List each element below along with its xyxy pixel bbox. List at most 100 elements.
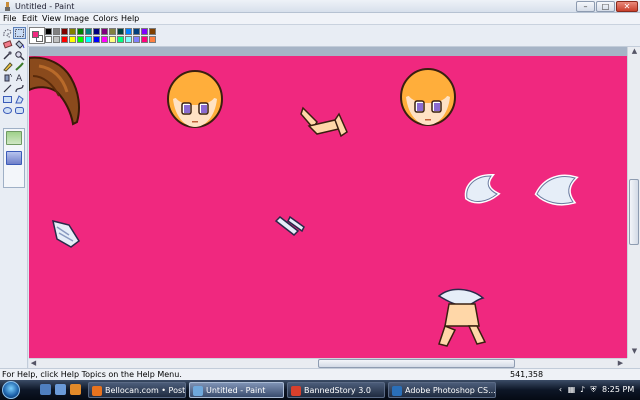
color-swatch[interactable] (101, 28, 108, 35)
airbrush-icon[interactable] (2, 72, 13, 82)
horizontal-scrollbar[interactable]: ◀ ▶ (29, 358, 627, 368)
menu-file[interactable]: File (3, 14, 16, 24)
rectangle-icon[interactable] (2, 94, 13, 104)
body-sprite (437, 288, 487, 347)
color-swatch[interactable] (117, 36, 124, 43)
system-tray: ‹ ▦ ♪ ⛨ (556, 384, 598, 396)
scroll-corner (627, 358, 640, 368)
color-swatch[interactable] (69, 28, 76, 35)
fill-bucket-icon[interactable] (14, 39, 25, 49)
hair-sprite (29, 56, 80, 126)
color-swatch[interactable] (149, 28, 156, 35)
drawing-canvas[interactable] (29, 56, 627, 358)
color-swatch[interactable] (61, 36, 68, 43)
current-colors[interactable] (29, 27, 45, 44)
show-desktop-icon[interactable] (40, 384, 51, 395)
taskbar-button[interactable]: Adobe Photoshop CS... (388, 382, 496, 398)
color-swatch[interactable] (125, 36, 132, 43)
color-swatch[interactable] (45, 28, 52, 35)
eraser-icon[interactable] (2, 39, 13, 49)
color-swatch[interactable] (53, 28, 60, 35)
option-opaque[interactable] (6, 131, 22, 145)
menu-colors[interactable]: Colors (93, 14, 118, 24)
chevron-up-icon[interactable]: ‹ (556, 385, 565, 394)
color-swatch[interactable] (117, 28, 124, 35)
volume-icon[interactable]: ♪ (578, 385, 587, 394)
color-swatch[interactable] (53, 36, 60, 43)
color-palette-bar (0, 25, 640, 47)
vertical-scroll-thumb[interactable] (629, 179, 639, 245)
vertical-scrollbar[interactable]: ▲ ▼ (627, 47, 640, 358)
status-bar: For Help, click Help Topics on the Help … (0, 368, 640, 380)
line-icon[interactable] (2, 83, 13, 93)
clock[interactable]: 8:25 PM (602, 384, 634, 395)
select-icon[interactable] (13, 27, 26, 39)
start-button[interactable] (2, 381, 20, 399)
scroll-left-icon[interactable]: ◀ (29, 359, 38, 368)
free-form-select-icon[interactable] (2, 28, 13, 38)
curve-icon[interactable] (14, 83, 25, 93)
color-swatch[interactable] (141, 28, 148, 35)
color-swatch[interactable] (69, 36, 76, 43)
color-swatch[interactable] (85, 36, 92, 43)
color-swatch[interactable] (101, 36, 108, 43)
switch-windows-icon[interactable] (55, 384, 66, 395)
status-help-text: For Help, click Help Topics on the Help … (2, 370, 182, 379)
option-transparent[interactable] (6, 151, 22, 165)
menu-bar: File Edit View Image Colors Help (0, 13, 640, 25)
color-swatch[interactable] (133, 36, 140, 43)
title-bar: Untitled - Paint – □ ✕ (0, 0, 640, 13)
color-swatch[interactable] (77, 28, 84, 35)
scroll-down-icon[interactable]: ▼ (630, 347, 639, 356)
firefox-icon[interactable] (70, 384, 81, 395)
paint-app-icon (5, 2, 10, 11)
quick-launch (40, 384, 84, 396)
rounded-rectangle-icon[interactable] (14, 105, 25, 115)
security-icon[interactable]: ⛨ (589, 385, 598, 394)
color-swatch[interactable] (125, 28, 132, 35)
color-swatch[interactable] (93, 36, 100, 43)
color-picker-icon[interactable] (2, 50, 13, 60)
color-swatch[interactable] (61, 28, 68, 35)
menu-edit[interactable]: Edit (22, 14, 38, 24)
menu-image[interactable]: Image (64, 14, 89, 24)
app-icon (392, 386, 402, 396)
color-swatch[interactable] (45, 36, 52, 43)
polygon-icon[interactable] (14, 94, 25, 104)
taskbar-button[interactable]: BannedStory 3.0 (287, 382, 385, 398)
menu-help[interactable]: Help (121, 14, 139, 24)
color-swatch[interactable] (109, 36, 116, 43)
window-title: Untitled - Paint (15, 2, 75, 11)
text-icon[interactable]: A (14, 72, 25, 83)
canvas-area (29, 47, 627, 358)
color-swatch[interactable] (93, 28, 100, 35)
close-button[interactable]: ✕ (616, 1, 638, 12)
feather-sprite (274, 215, 305, 236)
tool-options (3, 128, 25, 188)
color-swatch[interactable] (141, 36, 148, 43)
pencil-icon[interactable] (2, 61, 13, 72)
minimize-button[interactable]: – (576, 1, 595, 12)
horizontal-scroll-thumb[interactable] (318, 359, 515, 368)
ellipse-icon[interactable] (2, 105, 13, 115)
color-swatch[interactable] (133, 28, 140, 35)
hands-sprite (300, 106, 348, 138)
color-swatch[interactable] (109, 28, 116, 35)
wing-sprite (464, 173, 501, 204)
chibi-head-sprite (400, 68, 456, 126)
magnifier-icon[interactable] (14, 50, 25, 61)
taskbar-button-label: BannedStory 3.0 (304, 386, 371, 395)
maximize-button[interactable]: □ (596, 1, 615, 12)
network-icon[interactable]: ▦ (567, 385, 576, 394)
foreground-color-swatch[interactable] (32, 31, 39, 38)
scroll-right-icon[interactable]: ▶ (616, 359, 625, 368)
scroll-up-icon[interactable]: ▲ (630, 47, 639, 56)
menu-view[interactable]: View (42, 14, 61, 24)
taskbar-button[interactable]: Untitled - Paint (189, 382, 284, 398)
brush-icon[interactable] (14, 61, 25, 71)
color-swatch[interactable] (85, 28, 92, 35)
color-swatch[interactable] (149, 36, 156, 43)
taskbar-button[interactable]: Bellocan.com • Post ... (88, 382, 186, 398)
app-icon (92, 386, 102, 396)
color-swatch[interactable] (77, 36, 84, 43)
